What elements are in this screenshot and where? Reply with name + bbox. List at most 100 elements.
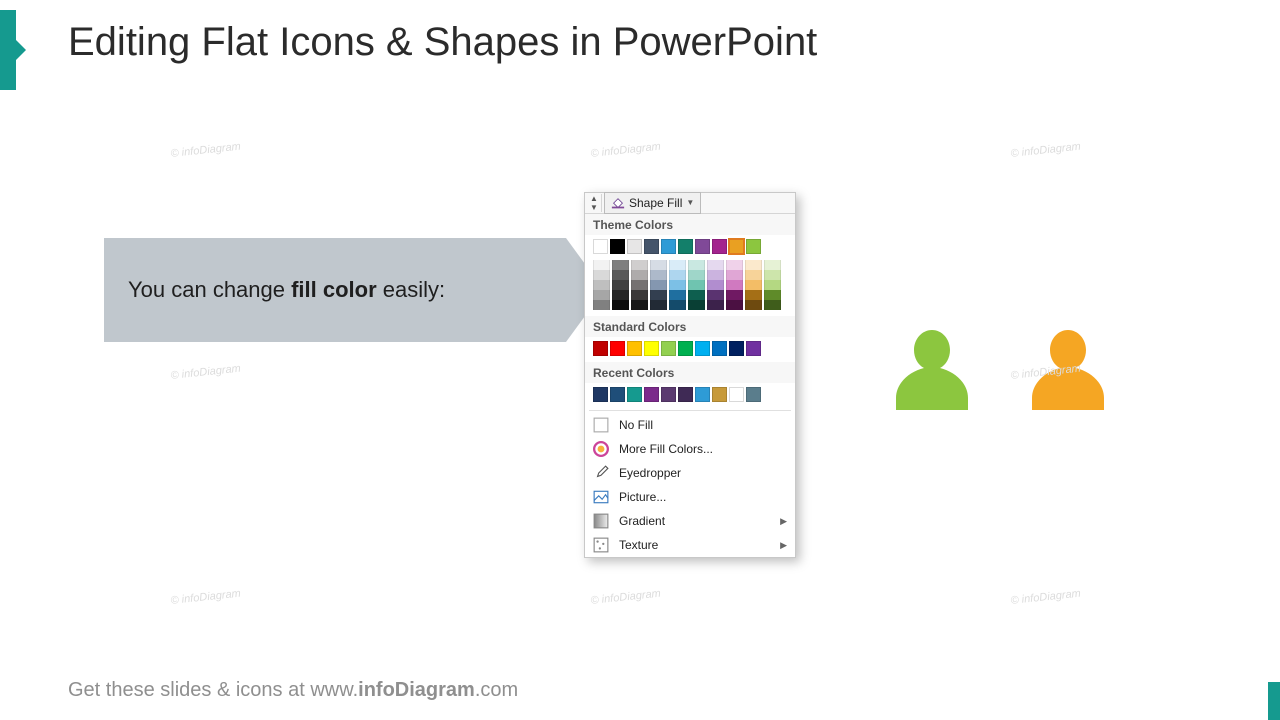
theme-shade-swatch[interactable] <box>688 260 705 270</box>
theme-shade-swatch[interactable] <box>688 270 705 280</box>
recent-color-swatch[interactable] <box>627 387 642 402</box>
gradient-item[interactable]: Gradient ▶ <box>585 509 795 533</box>
recent-color-swatch[interactable] <box>593 387 608 402</box>
theme-shade-swatch[interactable] <box>650 280 667 290</box>
theme-shade-swatch[interactable] <box>669 300 686 310</box>
theme-shade-swatch[interactable] <box>631 260 648 270</box>
theme-shade-swatch[interactable] <box>707 300 724 310</box>
eyedropper-icon <box>593 465 609 481</box>
theme-shade-swatch[interactable] <box>612 300 629 310</box>
theme-shade-swatch[interactable] <box>593 300 610 310</box>
theme-color-swatch[interactable] <box>712 239 727 254</box>
theme-shade-swatch[interactable] <box>669 260 686 270</box>
theme-shade-swatch[interactable] <box>688 290 705 300</box>
standard-color-swatch[interactable] <box>644 341 659 356</box>
theme-color-swatch[interactable] <box>746 239 761 254</box>
theme-shade-swatch[interactable] <box>593 290 610 300</box>
recent-color-swatch[interactable] <box>695 387 710 402</box>
theme-shade-swatch[interactable] <box>745 290 762 300</box>
theme-color-swatch[interactable] <box>644 239 659 254</box>
theme-color-swatch[interactable] <box>729 239 744 254</box>
recent-color-swatch[interactable] <box>610 387 625 402</box>
person-icon-orange <box>1028 326 1108 414</box>
standard-color-swatch[interactable] <box>627 341 642 356</box>
watermark-text: © infoDiagram <box>170 588 241 607</box>
theme-shade-swatch[interactable] <box>764 270 781 280</box>
theme-shade-swatch[interactable] <box>593 260 610 270</box>
picture-item[interactable]: Picture... <box>585 485 795 509</box>
standard-color-swatch[interactable] <box>661 341 676 356</box>
accent-left-tab <box>0 10 16 90</box>
shape-fill-button[interactable]: Shape Fill ▼ <box>604 192 701 214</box>
gallery-up-icon[interactable]: ▲ <box>587 194 601 203</box>
theme-shade-swatch[interactable] <box>726 260 743 270</box>
theme-color-swatch[interactable] <box>593 239 608 254</box>
standard-color-swatch[interactable] <box>746 341 761 356</box>
recent-color-swatch[interactable] <box>746 387 761 402</box>
theme-shade-swatch[interactable] <box>764 290 781 300</box>
paint-bucket-icon <box>611 197 625 209</box>
theme-shade-swatch[interactable] <box>593 270 610 280</box>
theme-shade-swatch[interactable] <box>764 300 781 310</box>
theme-shade-swatch[interactable] <box>612 270 629 280</box>
theme-shade-swatch[interactable] <box>650 290 667 300</box>
standard-color-swatch[interactable] <box>610 341 625 356</box>
recent-color-swatch[interactable] <box>678 387 693 402</box>
theme-color-swatch[interactable] <box>661 239 676 254</box>
picture-label: Picture... <box>619 490 666 504</box>
theme-shade-swatch[interactable] <box>707 270 724 280</box>
theme-shade-column <box>745 260 762 310</box>
theme-shade-swatch[interactable] <box>707 280 724 290</box>
standard-color-swatch[interactable] <box>593 341 608 356</box>
theme-shade-swatch[interactable] <box>764 260 781 270</box>
theme-shade-swatch[interactable] <box>669 270 686 280</box>
theme-shade-swatch[interactable] <box>688 280 705 290</box>
theme-shade-swatch[interactable] <box>745 300 762 310</box>
theme-shade-swatch[interactable] <box>650 260 667 270</box>
watermark-text: © infoDiagram <box>590 141 661 160</box>
theme-shade-swatch[interactable] <box>707 260 724 270</box>
eyedropper-item[interactable]: Eyedropper <box>585 461 795 485</box>
theme-shade-swatch[interactable] <box>631 290 648 300</box>
theme-color-swatch[interactable] <box>678 239 693 254</box>
theme-color-swatch[interactable] <box>627 239 642 254</box>
theme-shade-swatch[interactable] <box>745 270 762 280</box>
theme-shade-swatch[interactable] <box>669 290 686 300</box>
recent-color-swatch[interactable] <box>712 387 727 402</box>
theme-color-swatch[interactable] <box>610 239 625 254</box>
theme-shade-swatch[interactable] <box>726 290 743 300</box>
theme-shade-swatch[interactable] <box>764 280 781 290</box>
standard-color-swatch[interactable] <box>729 341 744 356</box>
recent-color-swatch[interactable] <box>729 387 744 402</box>
no-fill-label: No Fill <box>619 418 653 432</box>
standard-color-swatch[interactable] <box>678 341 693 356</box>
theme-shade-swatch[interactable] <box>650 270 667 280</box>
theme-shade-swatch[interactable] <box>745 260 762 270</box>
color-wheel-icon <box>593 441 609 457</box>
recent-color-swatch[interactable] <box>644 387 659 402</box>
standard-color-swatch[interactable] <box>695 341 710 356</box>
gallery-down-icon[interactable]: ▼ <box>587 203 601 212</box>
theme-shade-swatch[interactable] <box>631 280 648 290</box>
theme-color-swatch[interactable] <box>695 239 710 254</box>
theme-shade-swatch[interactable] <box>726 280 743 290</box>
no-fill-item[interactable]: No Fill <box>585 413 795 437</box>
theme-shade-swatch[interactable] <box>612 290 629 300</box>
theme-shade-swatch[interactable] <box>631 300 648 310</box>
theme-shade-swatch[interactable] <box>593 280 610 290</box>
theme-shade-swatch[interactable] <box>650 300 667 310</box>
recent-color-swatch[interactable] <box>661 387 676 402</box>
theme-shade-swatch[interactable] <box>707 290 724 300</box>
standard-color-swatch[interactable] <box>712 341 727 356</box>
texture-item[interactable]: Texture ▶ <box>585 533 795 557</box>
theme-shade-swatch[interactable] <box>688 300 705 310</box>
theme-shade-swatch[interactable] <box>726 270 743 280</box>
theme-shade-swatch[interactable] <box>726 300 743 310</box>
gallery-scroll: ▲ ▼ <box>587 194 602 212</box>
theme-shade-swatch[interactable] <box>612 280 629 290</box>
theme-shade-swatch[interactable] <box>612 260 629 270</box>
more-colors-item[interactable]: More Fill Colors... <box>585 437 795 461</box>
theme-shade-swatch[interactable] <box>631 270 648 280</box>
theme-shade-swatch[interactable] <box>745 280 762 290</box>
theme-shade-swatch[interactable] <box>669 280 686 290</box>
